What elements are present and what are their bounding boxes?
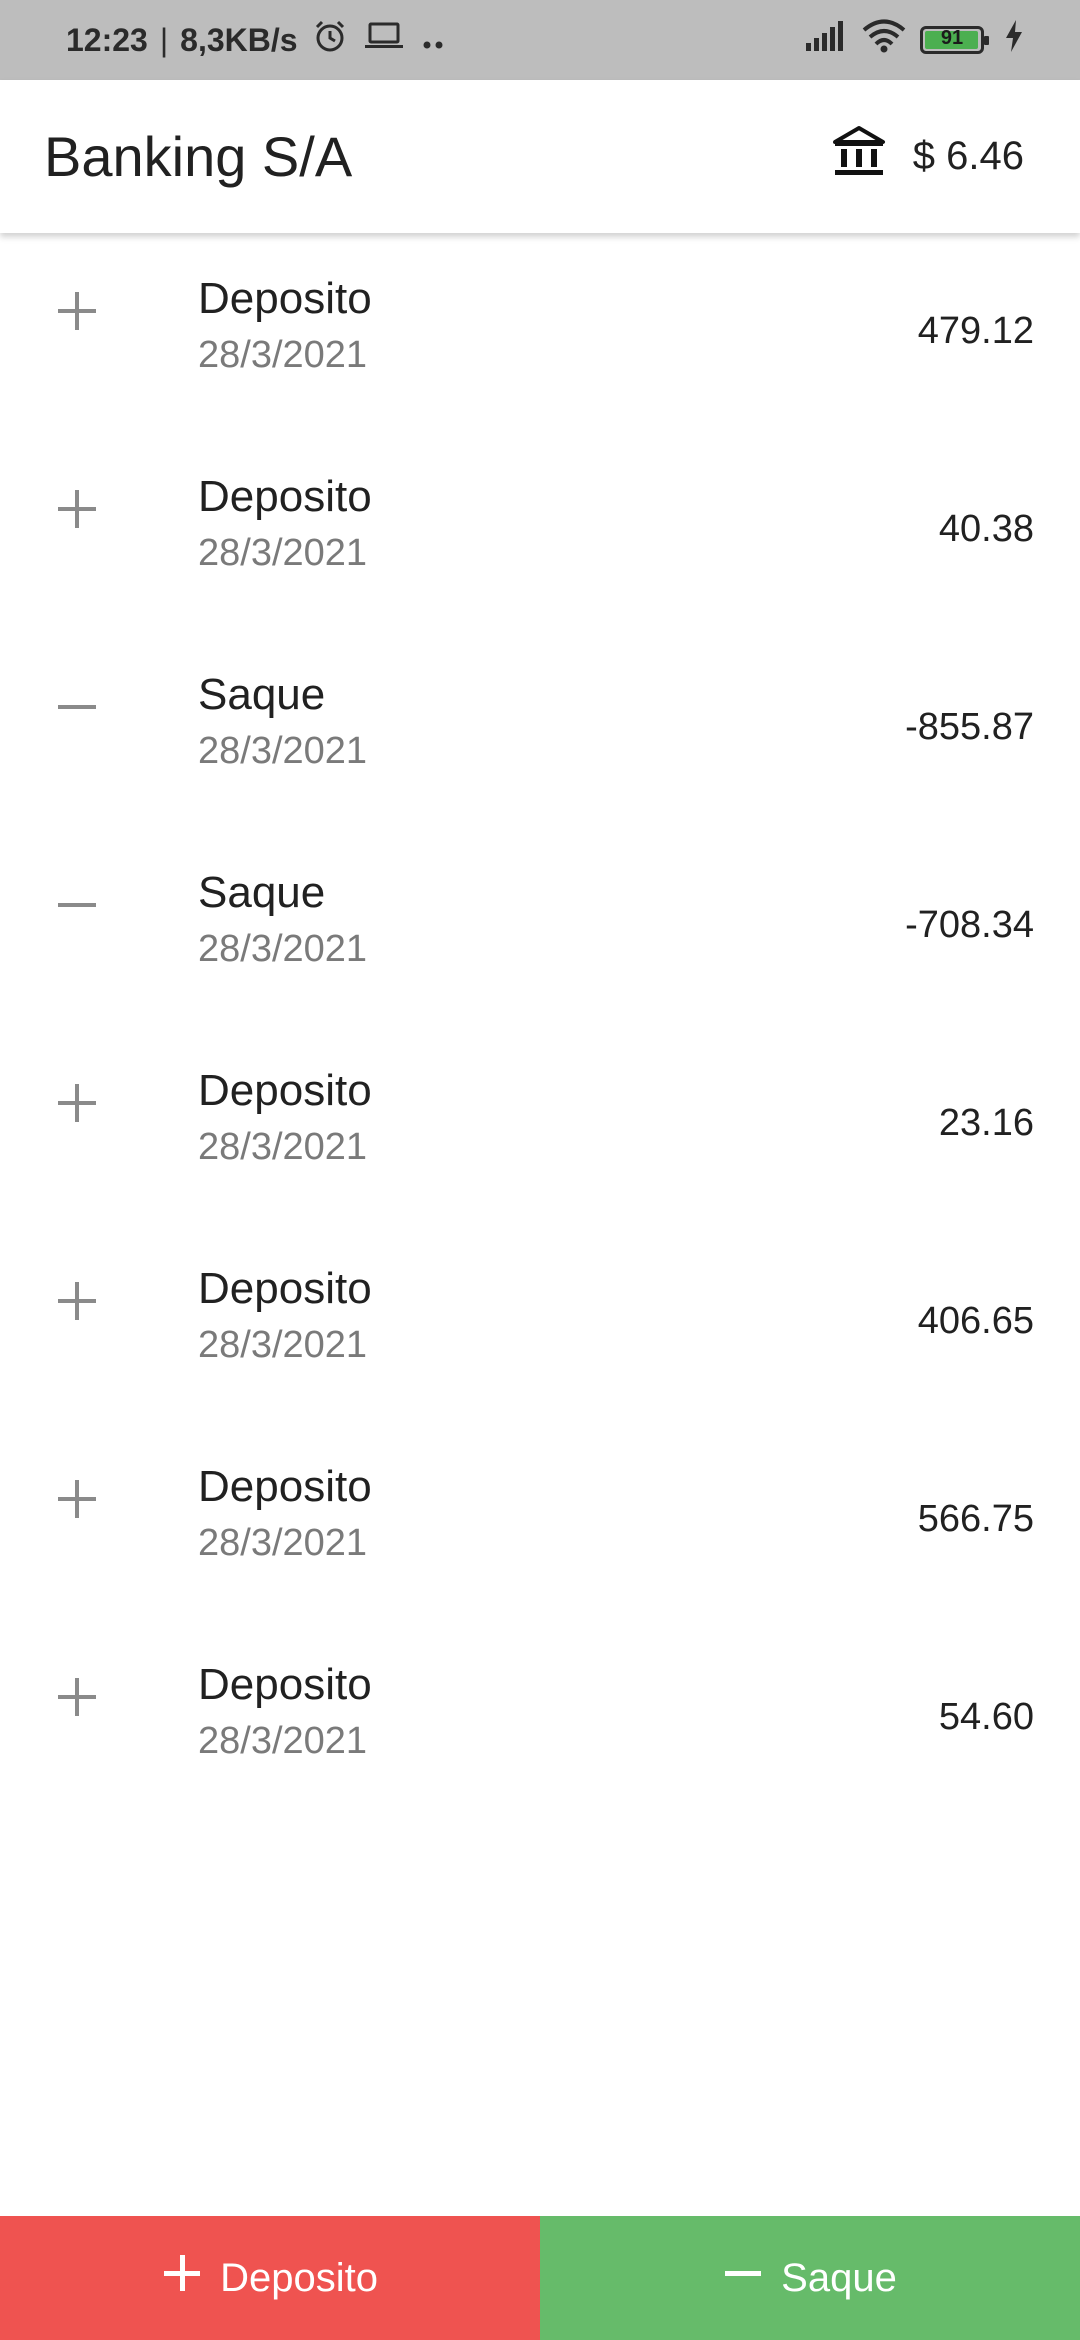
- transaction-amount: 40.38: [938, 508, 1034, 550]
- minus-icon: [54, 684, 100, 730]
- status-bar: 12:23 | 8,3KB/s 91: [0, 0, 1080, 80]
- app-title: Banking S/A: [44, 125, 353, 188]
- list-item[interactable]: Saque 28/3/2021 -708.34: [0, 828, 1080, 1026]
- deposit-button-label: Deposito: [220, 2255, 378, 2300]
- minus-icon: [54, 882, 100, 928]
- status-right: 91: [806, 0, 1024, 80]
- transaction-label: Deposito: [198, 1462, 372, 1511]
- plus-icon: [54, 1080, 100, 1126]
- transaction-date: 28/3/2021: [198, 1126, 368, 1168]
- transaction-amount: 406.65: [917, 1300, 1034, 1342]
- transaction-amount: 479.12: [917, 310, 1034, 352]
- charging-icon: [1004, 20, 1024, 60]
- balance-display: $ 6.46: [831, 80, 1024, 233]
- transaction-amount: -708.34: [905, 904, 1034, 946]
- transaction-date: 28/3/2021: [198, 532, 368, 574]
- withdraw-button[interactable]: Saque: [540, 2216, 1080, 2340]
- transaction-label: Deposito: [198, 1660, 372, 1709]
- transaction-label: Deposito: [198, 274, 372, 323]
- transaction-date: 28/3/2021: [198, 730, 368, 772]
- app-bar: Banking S/A $ 6.46: [0, 80, 1080, 233]
- plus-icon: [54, 1674, 100, 1720]
- plus-icon: [162, 2253, 202, 2303]
- plus-icon: [54, 486, 100, 532]
- bank-icon: [831, 124, 887, 190]
- transaction-amount: -855.87: [905, 706, 1034, 748]
- status-network-speed: 8,3KB/s: [180, 21, 298, 58]
- wifi-icon: [862, 19, 906, 61]
- plus-icon: [54, 288, 100, 334]
- battery-level: 91: [940, 27, 964, 49]
- transaction-date: 28/3/2021: [198, 928, 368, 970]
- transaction-date: 28/3/2021: [198, 1324, 368, 1366]
- transaction-label: Deposito: [198, 1066, 372, 1115]
- transaction-amount: 566.75: [917, 1498, 1034, 1540]
- transaction-label: Deposito: [198, 1264, 372, 1313]
- list-item[interactable]: Saque 28/3/2021 -855.87: [0, 630, 1080, 828]
- laptop-icon: [364, 20, 404, 60]
- list-item[interactable]: Deposito 28/3/2021 479.12: [0, 234, 1080, 432]
- list-item[interactable]: Deposito 28/3/2021 40.38: [0, 432, 1080, 630]
- status-left: 12:23 | 8,3KB/s: [66, 0, 446, 80]
- list-item[interactable]: Deposito 28/3/2021 54.60: [0, 1620, 1080, 1818]
- deposit-button[interactable]: Deposito: [0, 2216, 540, 2340]
- battery-icon: 91: [920, 26, 989, 54]
- transaction-label: Deposito: [198, 472, 372, 521]
- signal-icon: [806, 21, 848, 59]
- alarm-icon: [312, 18, 348, 62]
- transaction-amount: 54.60: [938, 1696, 1034, 1738]
- plus-icon: [54, 1476, 100, 1522]
- battery-tip: [984, 36, 989, 45]
- status-time: 12:23: [66, 21, 148, 58]
- list-item[interactable]: Deposito 28/3/2021 566.75: [0, 1422, 1080, 1620]
- transaction-list: Deposito 28/3/2021 479.12 Deposito 28/3/…: [0, 234, 1080, 1818]
- list-item[interactable]: Deposito 28/3/2021 406.65: [0, 1224, 1080, 1422]
- list-item[interactable]: Deposito 28/3/2021 23.16: [0, 1026, 1080, 1224]
- minus-icon: [723, 2253, 763, 2303]
- transaction-date: 28/3/2021: [198, 1720, 368, 1762]
- transaction-label: Saque: [198, 670, 326, 719]
- balance-amount: $ 6.46: [912, 134, 1024, 178]
- withdraw-button-label: Saque: [781, 2255, 897, 2300]
- bottom-action-bar: Deposito Saque: [0, 2216, 1080, 2340]
- more-dots-icon: [422, 22, 446, 59]
- status-separator: |: [159, 21, 169, 58]
- plus-icon: [54, 1278, 100, 1324]
- transaction-date: 28/3/2021: [198, 334, 368, 376]
- transaction-label: Saque: [198, 868, 326, 917]
- transaction-date: 28/3/2021: [198, 1522, 368, 1564]
- transaction-amount: 23.16: [938, 1102, 1034, 1144]
